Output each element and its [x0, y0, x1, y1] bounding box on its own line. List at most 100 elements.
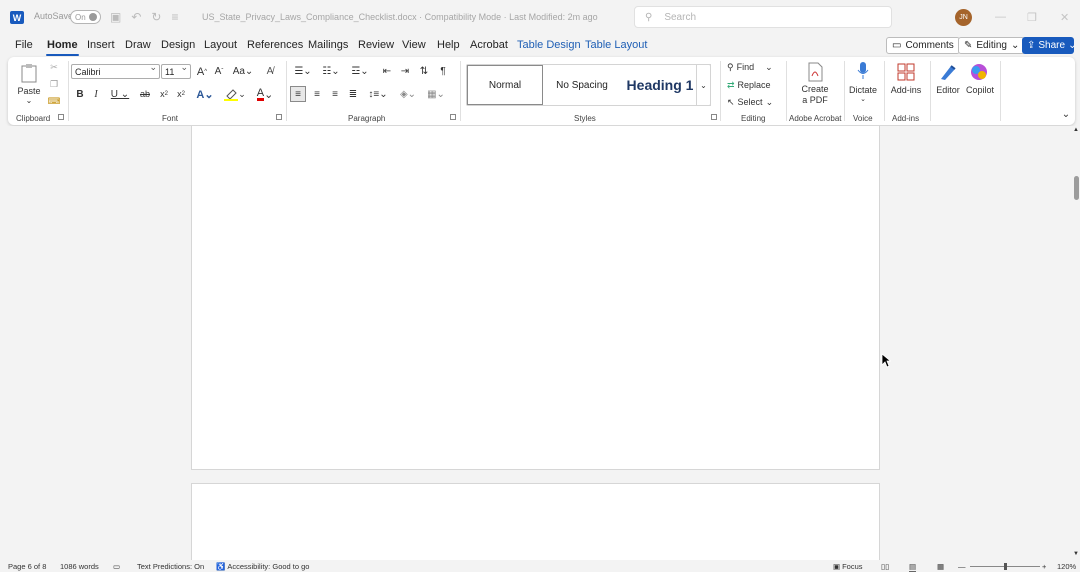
paragraph-launcher-icon[interactable]: [450, 114, 456, 120]
tab-insert[interactable]: Insert: [87, 39, 115, 51]
page-7[interactable]: [191, 483, 880, 560]
find-button[interactable]: ⚲ Find ⌄: [727, 60, 779, 74]
align-right-icon[interactable]: ≡: [328, 86, 342, 102]
shading-icon[interactable]: ◈⌄: [396, 86, 420, 102]
superscript-icon[interactable]: x2: [175, 87, 187, 101]
cut-icon[interactable]: ✂: [48, 61, 60, 73]
line-spacing-icon[interactable]: ↕≡⌄: [366, 86, 390, 102]
subscript-icon[interactable]: x2: [158, 87, 170, 101]
document-title[interactable]: US_State_Privacy_Laws_Compliance_Checkli…: [202, 12, 598, 22]
read-mode-icon[interactable]: ▯▯: [881, 562, 889, 571]
autosave-toggle[interactable]: On: [70, 10, 101, 24]
zoom-level[interactable]: 120%: [1057, 562, 1076, 571]
chevron-down-icon[interactable]: ⌄: [856, 95, 870, 103]
styles-more-icon[interactable]: ⌄: [696, 64, 711, 106]
search-box[interactable]: ⚲ Search: [634, 6, 892, 28]
create-pdf-icon[interactable]: [804, 61, 826, 83]
grow-font-icon[interactable]: A ^: [195, 64, 209, 79]
tab-help[interactable]: Help: [437, 39, 460, 51]
page-6[interactable]: [191, 126, 880, 470]
copilot-button[interactable]: Copilot: [964, 85, 996, 95]
italic-icon[interactable]: I: [90, 87, 102, 101]
tab-table-design[interactable]: Table Design: [517, 39, 581, 51]
avatar[interactable]: JN: [955, 9, 972, 26]
bold-icon[interactable]: B: [74, 87, 86, 101]
addins-icon[interactable]: [895, 61, 917, 83]
underline-icon[interactable]: U ⌄: [110, 87, 130, 101]
copilot-icon[interactable]: [968, 61, 990, 83]
increase-indent-icon[interactable]: ⇥: [398, 64, 412, 79]
shrink-font-icon[interactable]: Aˇ: [212, 64, 226, 79]
text-predictions[interactable]: Text Predictions: On: [137, 562, 204, 571]
create-pdf-label-1[interactable]: Create: [796, 84, 834, 94]
word-count[interactable]: 1086 words: [60, 562, 99, 571]
zoom-out-icon[interactable]: —: [958, 562, 966, 571]
proofing-icon[interactable]: ▭: [113, 562, 120, 571]
microphone-icon[interactable]: [853, 60, 873, 82]
comments-button[interactable]: ▭ Comments: [886, 37, 960, 54]
align-left-icon[interactable]: ≡: [290, 86, 306, 102]
paste-icon[interactable]: [17, 61, 41, 85]
tab-acrobat[interactable]: Acrobat: [470, 39, 508, 51]
style-normal[interactable]: Normal: [467, 65, 543, 105]
vertical-scrollbar[interactable]: ▲ ▼: [1072, 126, 1080, 560]
styles-launcher-icon[interactable]: [711, 114, 717, 120]
highlight-color-icon[interactable]: ⌄: [223, 87, 247, 101]
tab-review[interactable]: Review: [358, 39, 394, 51]
clipboard-launcher-icon[interactable]: [58, 114, 64, 120]
show-formatting-icon[interactable]: ¶: [436, 64, 450, 79]
change-case-icon[interactable]: Aa⌄: [232, 64, 254, 79]
document-area[interactable]: [0, 126, 1072, 560]
scroll-up-icon[interactable]: ▲: [1072, 126, 1080, 134]
tab-view[interactable]: View: [402, 39, 426, 51]
tab-layout[interactable]: Layout: [204, 39, 237, 51]
select-button[interactable]: ↖ Select ⌄: [727, 95, 779, 109]
font-size-combo[interactable]: 11: [161, 62, 191, 79]
font-name-combo[interactable]: Calibri: [71, 62, 160, 79]
zoom-slider-thumb[interactable]: [1004, 563, 1007, 570]
redo-icon[interactable]: ↻: [151, 10, 161, 24]
print-layout-icon[interactable]: ▤: [909, 562, 917, 572]
bullets-icon[interactable]: ☰⌄: [291, 64, 315, 79]
tab-design[interactable]: Design: [161, 39, 195, 51]
format-painter-icon[interactable]: ⌨: [48, 95, 61, 107]
editor-icon[interactable]: [937, 61, 959, 83]
tab-file[interactable]: File: [15, 39, 33, 51]
decrease-indent-icon[interactable]: ⇤: [380, 64, 394, 79]
tab-table-layout[interactable]: Table Layout: [585, 39, 647, 51]
create-pdf-label-2[interactable]: a PDF: [796, 95, 834, 105]
scroll-down-icon[interactable]: ▼: [1072, 550, 1080, 558]
minimize-icon[interactable]: —: [995, 11, 1006, 23]
undo-icon[interactable]: ↶: [131, 10, 141, 24]
restore-icon[interactable]: ❐: [1027, 11, 1037, 24]
close-icon[interactable]: ✕: [1060, 11, 1069, 24]
page-count[interactable]: Page 6 of 8: [8, 562, 46, 571]
paste-dropdown-icon[interactable]: ⌄: [20, 96, 38, 105]
replace-button[interactable]: ⇄ Replace: [727, 78, 779, 92]
strikethrough-icon[interactable]: ab: [138, 87, 152, 101]
borders-icon[interactable]: ▦⌄: [424, 86, 448, 102]
align-center-icon[interactable]: ≡: [310, 86, 324, 102]
share-button[interactable]: ⇪ Share ⌄: [1022, 37, 1076, 54]
style-heading1[interactable]: Heading 1: [620, 65, 700, 105]
zoom-in-icon[interactable]: +: [1042, 562, 1046, 571]
multilevel-list-icon[interactable]: ☲⌄: [348, 64, 372, 79]
font-color-icon[interactable]: A ⌄: [254, 87, 276, 101]
dictate-button[interactable]: Dictate: [848, 85, 878, 95]
save-icon[interactable]: ▣: [110, 10, 121, 24]
clear-formatting-icon[interactable]: A̸: [263, 64, 277, 79]
customize-qat-icon[interactable]: ≡: [171, 10, 178, 24]
numbering-icon[interactable]: ☷⌄: [319, 64, 343, 79]
accessibility-status[interactable]: ♿ Accessibility: Good to go: [216, 562, 309, 571]
copy-icon[interactable]: ❐: [48, 78, 60, 90]
focus-button[interactable]: ▣ Focus: [833, 562, 863, 571]
tab-draw[interactable]: Draw: [125, 39, 151, 51]
web-layout-icon[interactable]: ▦: [937, 562, 944, 571]
style-no-spacing[interactable]: No Spacing: [545, 65, 619, 105]
tab-home[interactable]: Home: [46, 39, 79, 56]
collapse-ribbon-icon[interactable]: ⌄: [1060, 109, 1072, 120]
tab-mailings[interactable]: Mailings: [308, 39, 348, 51]
addins-button[interactable]: Add-ins: [888, 85, 924, 95]
text-effects-icon[interactable]: A⌄: [194, 87, 216, 101]
font-launcher-icon[interactable]: [276, 114, 282, 120]
